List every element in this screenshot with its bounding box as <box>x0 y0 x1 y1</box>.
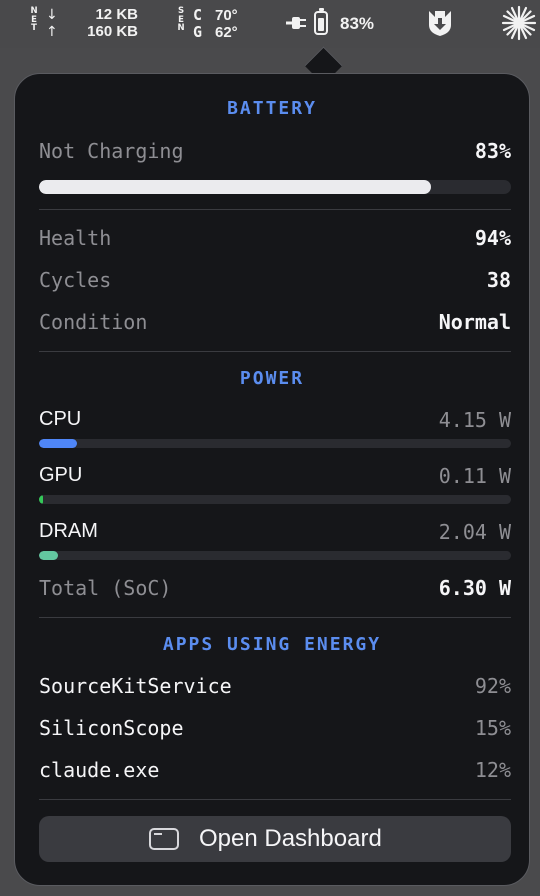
cycles-row: Cycles 38 <box>39 268 511 298</box>
power-bar-fill <box>39 551 58 560</box>
condition-value: Normal <box>438 310 511 334</box>
condition-label: Condition <box>39 310 148 334</box>
divider <box>39 209 511 210</box>
power-watts: 4.15 W <box>438 408 511 432</box>
app-row[interactable]: SourceKitService 92% <box>39 674 511 704</box>
charging-status: Not Charging <box>39 139 184 163</box>
sens-label: S E N <box>177 6 185 33</box>
battery-level-fill <box>39 180 431 194</box>
divider <box>39 617 511 618</box>
open-dashboard-button[interactable]: Open Dashboard <box>39 816 511 862</box>
total-power-value: 6.30 W <box>438 576 511 600</box>
divider <box>39 799 511 800</box>
power-row-cpu: CPU 4.15 W <box>39 408 511 458</box>
cycles-value: 38 <box>486 268 511 292</box>
window-icon <box>149 828 179 850</box>
condition-row: Condition Normal <box>39 310 511 340</box>
divider <box>39 351 511 352</box>
battery-status-row: Not Charging 83% <box>39 139 511 169</box>
app-row[interactable]: claude.exe 12% <box>39 758 511 788</box>
total-power-row: Total (SoC) 6.30 W <box>39 576 511 606</box>
shield-download-icon[interactable] <box>426 9 454 37</box>
net-up-value: 160 KB <box>87 23 138 40</box>
open-dashboard-label: Open Dashboard <box>199 825 382 852</box>
app-energy-percent: 12% <box>474 758 511 782</box>
battery-percent: 83% <box>474 139 511 163</box>
sensor-stats[interactable]: S E N C G 70° 62° <box>175 6 255 42</box>
power-bar <box>39 495 511 504</box>
app-energy-percent: 92% <box>474 674 511 698</box>
menu-bar: N E T ↓ ↑ 12 KB 160 KB S E N C G 70° 62° <box>0 0 540 48</box>
power-bar-fill <box>39 439 77 448</box>
power-bar <box>39 551 511 560</box>
battery-popover: BATTERY Not Charging 83% Health 94% Cycl… <box>14 73 530 886</box>
power-name: DRAM <box>39 520 98 542</box>
power-bar <box>39 439 511 448</box>
app-energy-percent: 15% <box>474 716 511 740</box>
upload-arrow-icon: ↑ <box>46 24 58 40</box>
health-label: Health <box>39 226 112 250</box>
plug-icon <box>286 17 306 29</box>
app-name: claude.exe <box>39 758 160 782</box>
net-down-value: 12 KB <box>95 6 138 23</box>
app-name: SiliconScope <box>39 716 184 740</box>
power-row-dram: DRAM 2.04 W <box>39 520 511 570</box>
battery-icon <box>314 8 328 35</box>
apps-section-title: APPS USING ENERGY <box>162 634 382 655</box>
power-watts: 2.04 W <box>438 520 511 544</box>
gpu-temp: 62° <box>215 24 238 41</box>
power-name: CPU <box>39 408 82 430</box>
power-bar-fill <box>39 495 43 504</box>
health-value: 94% <box>474 226 511 250</box>
power-watts: 0.11 W <box>438 464 511 488</box>
power-section-title: POWER <box>239 368 305 389</box>
power-row-gpu: GPU 0.11 W <box>39 464 511 514</box>
cycles-label: Cycles <box>39 268 112 292</box>
app-name: SourceKitService <box>39 674 232 698</box>
network-stats[interactable]: N E T ↓ ↑ 12 KB 160 KB <box>28 6 138 42</box>
health-row: Health 94% <box>39 226 511 256</box>
total-power-label: Total (SoC) <box>39 576 172 600</box>
battery-percent-label: 83% <box>340 14 375 33</box>
cpu-temp: 70° <box>215 7 238 24</box>
battery-level-bar <box>39 180 511 194</box>
pointer-join <box>304 74 344 88</box>
sensor-keys: C G <box>193 6 203 41</box>
download-arrow-icon: ↓ <box>46 7 58 23</box>
battery-section-title: BATTERY <box>227 98 317 119</box>
net-label: N E T <box>30 6 38 33</box>
sunburst-icon[interactable] <box>500 4 538 42</box>
power-name: GPU <box>39 464 83 486</box>
app-row[interactable]: SiliconScope 15% <box>39 716 511 746</box>
